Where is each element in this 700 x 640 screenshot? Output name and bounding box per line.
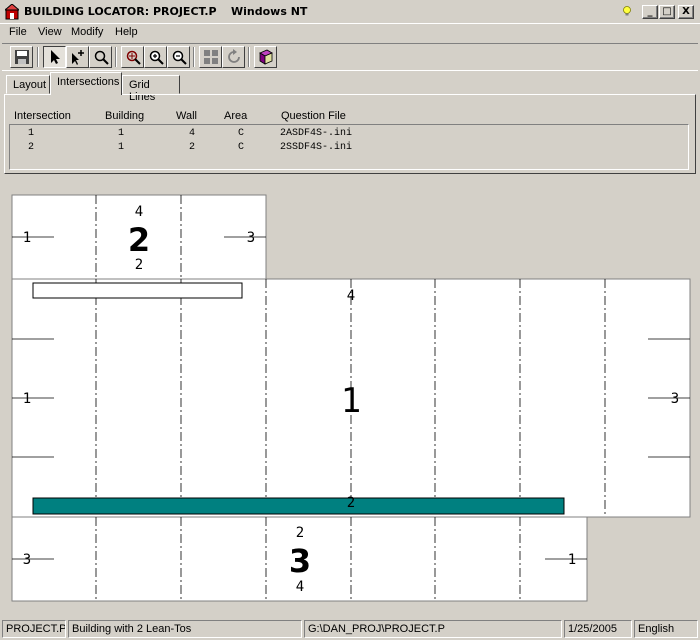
title-bar[interactable]: BUILDING LOCATOR: PROJECT.P Windows NT _… [0, 0, 700, 24]
table-cell: C [238, 142, 245, 153]
column-header-building[interactable]: Building [105, 110, 144, 122]
magnify-button[interactable] [89, 46, 112, 68]
pointer-icon [51, 50, 60, 64]
menu-modify[interactable]: Modify [71, 26, 103, 38]
column-header-area[interactable]: Area [224, 110, 247, 122]
zoom-out-button[interactable] [167, 46, 190, 68]
book-button[interactable] [254, 46, 277, 68]
close-button[interactable]: X [678, 5, 694, 19]
toolbar-separator [37, 47, 39, 67]
zoom-fit-button[interactable] [121, 46, 144, 68]
status-path: G:\DAN_PROJ\PROJECT.P [304, 620, 562, 638]
grid-button[interactable] [199, 46, 222, 68]
add-pointer-button[interactable] [66, 46, 89, 68]
menu-view[interactable]: View [38, 26, 62, 38]
grid-icon [204, 50, 218, 64]
minimize-button[interactable]: _ [642, 5, 658, 19]
column-header-wall[interactable]: Wall [176, 110, 197, 122]
table-cell: 1 [28, 128, 35, 139]
zoom-in-icon [149, 50, 164, 65]
menu-bar: File View Modify Help [0, 24, 700, 42]
lightbulb-icon [623, 6, 631, 16]
save-icon [15, 50, 29, 64]
table-cell: 1 [118, 142, 125, 153]
zoom-in-button[interactable] [144, 46, 167, 68]
zoom-fit-icon [126, 50, 141, 65]
book-icon [259, 49, 273, 65]
table-cell: 2SSDF4S-.ini [280, 142, 353, 153]
pointer-button[interactable] [43, 46, 66, 68]
toolbar-separator [193, 47, 195, 67]
toolbar-separator [248, 47, 250, 67]
table-cell: 4 [189, 128, 196, 139]
table-cell: 2ASDF4S-.ini [280, 128, 353, 139]
magnify-icon [94, 50, 109, 65]
status-date: 1/25/2005 [564, 620, 632, 638]
tab-grid-lines[interactable]: Grid Lines [122, 75, 180, 103]
status-description: Building with 2 Lean-Tos [68, 620, 302, 638]
app-icon [5, 4, 19, 20]
tab-intersections[interactable]: Intersections [50, 72, 122, 95]
menu-help[interactable]: Help [115, 26, 138, 38]
table-cell: 1 [118, 128, 125, 139]
rotate-icon [228, 49, 240, 63]
window-title: BUILDING LOCATOR: PROJECT.P [24, 5, 217, 18]
os-label: Windows NT [231, 5, 308, 18]
column-header-question-file[interactable]: Question File [281, 110, 346, 122]
toolbar [2, 43, 698, 71]
tab-layout-label: Layout [13, 79, 47, 91]
status-project: PROJECT.P [2, 620, 66, 638]
drawing-canvas[interactable] [4, 178, 696, 616]
tab-intersections-label: Intersections [57, 76, 120, 88]
maximize-button[interactable]: □ [659, 5, 675, 19]
status-language: English [634, 620, 698, 638]
table-cell: 2 [28, 142, 35, 153]
add-pointer-icon [72, 50, 84, 65]
intersections-table: 1 1 4 C 2ASDF4S-.ini 2 1 2 C 2SSDF4S-.in… [9, 124, 689, 170]
zoom-out-icon [172, 50, 187, 65]
table-cell: 2 [189, 142, 196, 153]
menu-file[interactable]: File [9, 26, 27, 38]
save-button[interactable] [10, 46, 33, 68]
toolbar-separator [115, 47, 117, 67]
status-bar: PROJECT.P Building with 2 Lean-Tos G:\DA… [0, 618, 700, 640]
tab-layout[interactable]: Layout [6, 75, 50, 94]
table-cell: C [238, 128, 245, 139]
column-header-intersection[interactable]: Intersection [14, 110, 71, 122]
rotate-button[interactable] [222, 46, 245, 68]
